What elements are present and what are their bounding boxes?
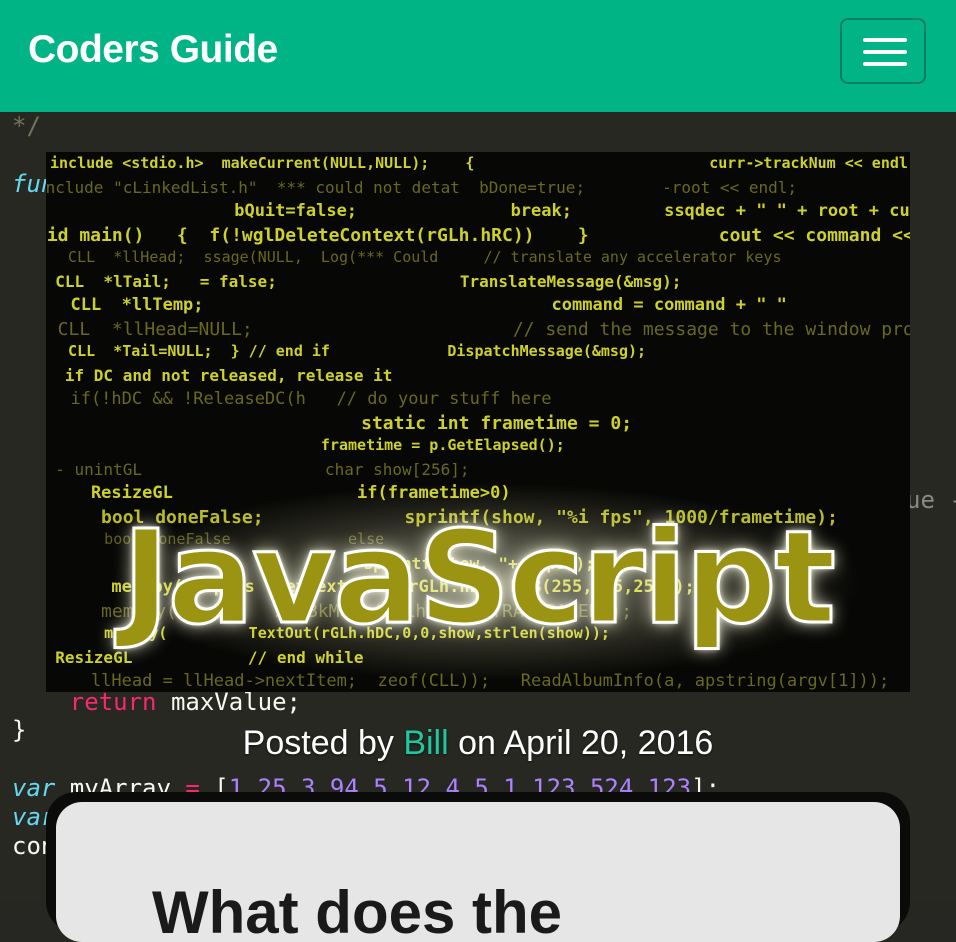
hero-code-line: if(!hDC && !ReleaseDC(h // do your stuff… bbox=[50, 389, 552, 409]
posted-by-label: Posted by bbox=[242, 724, 404, 762]
menu-icon-bar bbox=[863, 62, 907, 66]
hero-code-line: bQuit=false; break; ssqdec + " " + root … bbox=[50, 201, 910, 221]
menu-icon-bar bbox=[863, 38, 907, 42]
post-hero-image: include <stdio.h> makeCurrent(NULL,NULL)… bbox=[46, 152, 910, 692]
brand-logo[interactable]: Coders Guide bbox=[28, 28, 278, 72]
navbar: Coders Guide bbox=[0, 0, 956, 112]
hero-code-line: include <stdio.h> makeCurrent(NULL,NULL)… bbox=[50, 154, 910, 172]
hero-code-line: CLL *llHead; ssage(NULL, Log(*** Could /… bbox=[50, 248, 782, 266]
code-line: return maxValue; bbox=[12, 688, 301, 716]
post-date: on April 20, 2016 bbox=[448, 724, 714, 762]
code-line: ue - bbox=[906, 486, 956, 514]
hero-code-line: if DC and not released, release it bbox=[46, 365, 393, 385]
post-meta: Posted by Bill on April 20, 2016 bbox=[0, 724, 956, 763]
post-heading: What does the bbox=[152, 879, 563, 942]
hero-code-line: include "cLinkedList.h" *** could not de… bbox=[46, 177, 797, 197]
hero-code-line: CLL *llHead=NULL; // send the message to… bbox=[46, 318, 910, 340]
hero-code-line: frametime = p.GetElapsed(); bbox=[50, 436, 565, 454]
menu-icon-bar bbox=[863, 50, 907, 54]
hero-code-line: oid main() { f(!wglDeleteContext(rGLh.hR… bbox=[46, 224, 910, 246]
hero-code-line: static int frametime = 0; bbox=[46, 412, 633, 434]
code-token: ue - bbox=[906, 486, 956, 514]
hero-code-line: CLL *lTail; = false; TranslateMessage(&m… bbox=[46, 271, 682, 291]
code-token: maxValue; bbox=[170, 688, 301, 716]
hamburger-menu-button[interactable] bbox=[840, 18, 926, 84]
hero-title: JavaScript bbox=[121, 503, 838, 655]
hero-code-line: CLL *Tail=NULL; } // end if DispatchMess… bbox=[50, 342, 647, 360]
hero-code-line: - unintGL char show[256]; bbox=[46, 459, 470, 479]
content-card: What does the bbox=[56, 802, 900, 942]
code-line: */ bbox=[12, 112, 41, 140]
hero-code-line: CLL *llTemp; command = command + " " bbox=[50, 295, 798, 315]
author-link[interactable]: Bill bbox=[403, 724, 448, 762]
code-token: */ bbox=[12, 112, 41, 140]
code-token: return bbox=[12, 688, 171, 716]
